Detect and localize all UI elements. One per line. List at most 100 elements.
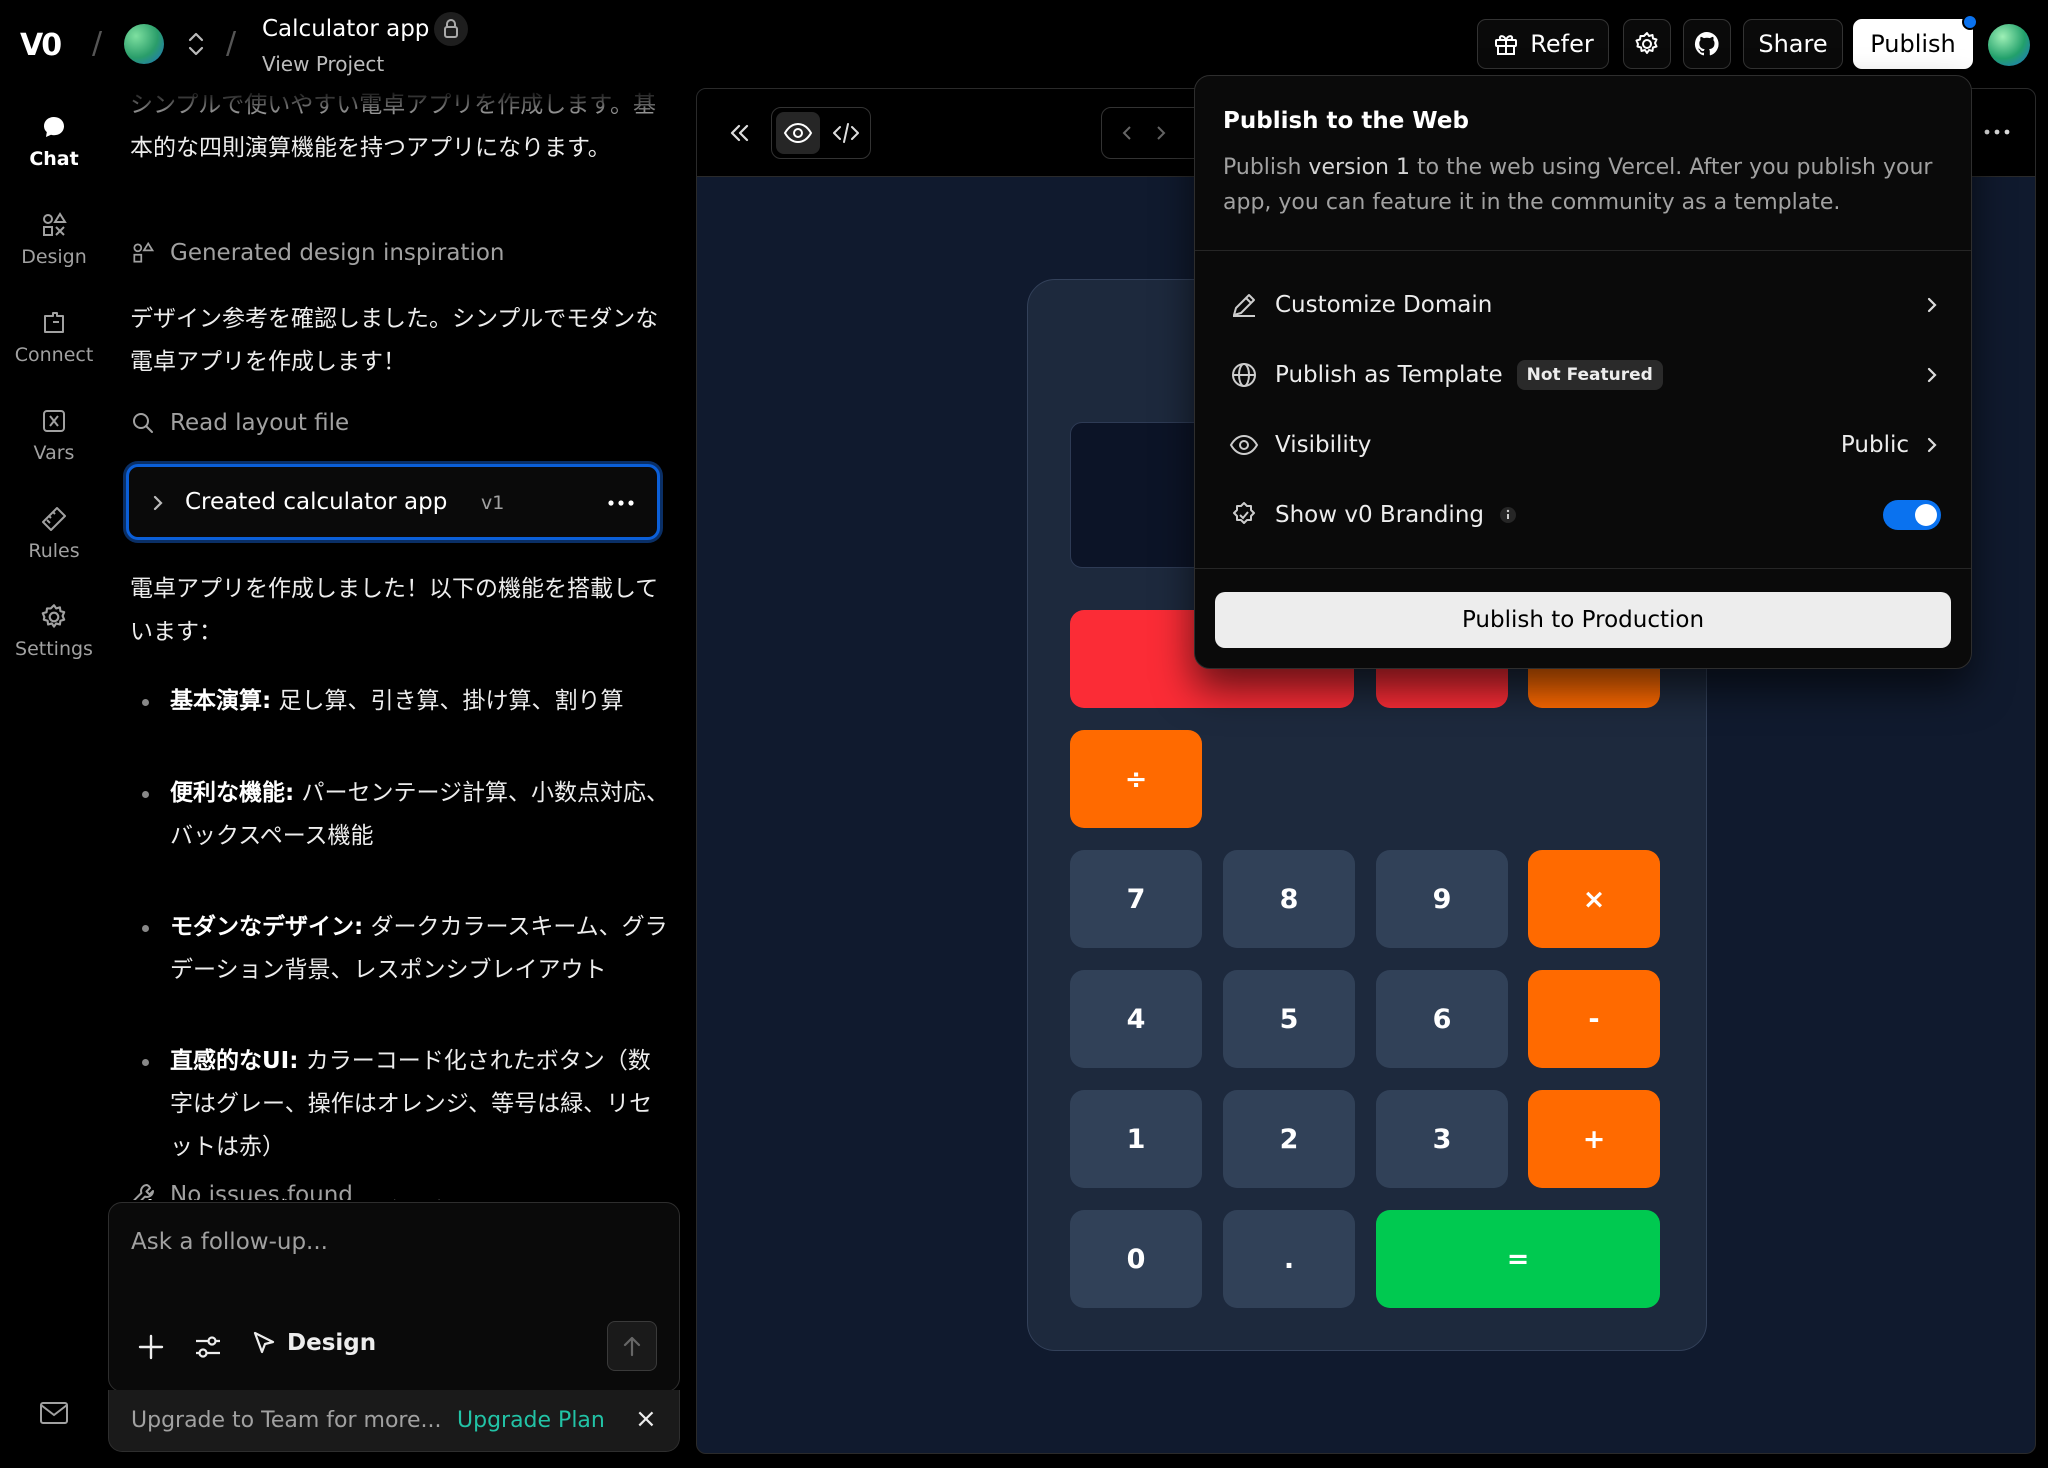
- gear-icon: [41, 604, 66, 628]
- chevron-right-icon: [1927, 367, 1937, 383]
- github-button[interactable]: [1683, 19, 1731, 69]
- feature-bullet: モダンなデザイン: ダークカラースキーム、グラデーション背景、レスポンシブレイア…: [142, 906, 670, 992]
- project-title[interactable]: Calculator app: [262, 16, 429, 42]
- info-icon[interactable]: [1498, 505, 1518, 525]
- rail-item-chat[interactable]: Chat: [0, 112, 108, 170]
- digit-key-9[interactable]: 9: [1376, 850, 1508, 948]
- desc-pre: Publish: [1223, 155, 1309, 180]
- upgrade-banner: Upgrade to Team for more... Upgrade Plan…: [108, 1390, 680, 1452]
- bullet-head: モダンなデザイン:: [170, 914, 364, 940]
- rail-item-settings[interactable]: Settings: [0, 602, 108, 660]
- chat-panel: シンプルで使いやすい電卓アプリを作成します。基本的な四則演算機能を持つアプリにな…: [108, 88, 688, 1200]
- rail-item-rules[interactable]: Rules: [0, 504, 108, 562]
- sliders-icon[interactable]: [193, 1333, 223, 1361]
- code-icon: [833, 123, 859, 143]
- digit-key-4[interactable]: 4: [1070, 970, 1202, 1068]
- subtract-key[interactable]: -: [1528, 970, 1660, 1068]
- rail-label-rules: Rules: [28, 540, 80, 562]
- collapse-sidebar-icon[interactable]: [725, 119, 753, 147]
- user-avatar[interactable]: [1988, 24, 2030, 66]
- rail-label-connect: Connect: [14, 344, 94, 366]
- multiply-key[interactable]: ×: [1528, 850, 1660, 948]
- design-mode-label: Design: [287, 1330, 377, 1356]
- arrow-up-icon: [623, 1336, 641, 1357]
- project-avatar[interactable]: [124, 24, 164, 64]
- chevron-up-down-icon[interactable]: [186, 30, 206, 58]
- digit-key-5[interactable]: 5: [1223, 970, 1355, 1068]
- eye-icon: [783, 122, 813, 144]
- design-shapes-icon: [43, 212, 67, 236]
- design-shapes-icon: [133, 241, 155, 263]
- visibility-row[interactable]: Visibility Public: [1195, 410, 1971, 480]
- view-project-link[interactable]: View Project: [262, 52, 384, 76]
- lock-icon[interactable]: [434, 12, 468, 46]
- publish-production-button[interactable]: Publish to Production: [1215, 592, 1951, 648]
- digit-key-7[interactable]: 7: [1070, 850, 1202, 948]
- publish-button[interactable]: Publish: [1853, 19, 1973, 69]
- digit-key-6[interactable]: 6: [1376, 970, 1508, 1068]
- settings-button[interactable]: [1623, 19, 1671, 69]
- search-icon: [133, 413, 153, 433]
- cursor-arrow-icon: [253, 1331, 275, 1354]
- step-design-inspiration[interactable]: Generated design inspiration: [130, 240, 505, 266]
- feature-bullet: 基本演算: 足し算、引き算、掛け算、割り算: [142, 680, 670, 723]
- v0-logo[interactable]: V0: [20, 28, 62, 63]
- followup-input[interactable]: Ask a follow-up...: [131, 1229, 328, 1255]
- chat-fade: [108, 88, 688, 128]
- branding-row: Show v0 Branding: [1195, 480, 1971, 550]
- not-featured-badge: Not Featured: [1516, 360, 1663, 390]
- step-read-layout[interactable]: Read layout file: [130, 410, 349, 436]
- customize-domain-row[interactable]: Customize Domain: [1195, 270, 1971, 340]
- refer-button[interactable]: Refer: [1477, 19, 1609, 69]
- step-label: Read layout file: [170, 410, 350, 436]
- gift-icon: [1495, 35, 1518, 55]
- version-card[interactable]: Created calculator app v1: [126, 464, 660, 540]
- pencil-icon: [1233, 294, 1255, 317]
- digit-key-2[interactable]: 2: [1223, 1090, 1355, 1188]
- rail-label-settings: Settings: [15, 638, 93, 660]
- feature-bullet: 便利な機能: パーセンテージ計算、小数点対応、バックスペース機能: [142, 772, 670, 858]
- decimal-key[interactable]: .: [1223, 1210, 1355, 1308]
- more-horizontal-icon[interactable]: [607, 495, 635, 511]
- chevron-right-icon: [1927, 437, 1937, 453]
- divide-key[interactable]: ÷: [1070, 730, 1202, 828]
- mail-icon[interactable]: [38, 1400, 70, 1426]
- rail-item-design[interactable]: Design: [0, 210, 108, 268]
- share-label: Share: [1758, 30, 1828, 58]
- digit-key-0[interactable]: 0: [1070, 1210, 1202, 1308]
- add-key[interactable]: +: [1528, 1090, 1660, 1188]
- digit-key-1[interactable]: 1: [1070, 1090, 1202, 1188]
- customize-domain-label: Customize Domain: [1275, 292, 1493, 318]
- plus-icon[interactable]: [137, 1333, 165, 1361]
- gear-icon: [1635, 32, 1658, 54]
- more-horizontal-icon[interactable]: [1983, 125, 2011, 139]
- step-no-issues[interactable]: No issues found: [130, 1182, 353, 1200]
- digit-key-8[interactable]: 8: [1223, 850, 1355, 948]
- design-mode-button[interactable]: Design: [251, 1329, 376, 1357]
- close-icon[interactable]: ×: [635, 1404, 657, 1434]
- send-button[interactable]: [607, 1321, 657, 1371]
- digit-key-3[interactable]: 3: [1376, 1090, 1508, 1188]
- branding-label: Show v0 Branding: [1275, 502, 1484, 528]
- equals-key[interactable]: =: [1376, 1210, 1660, 1308]
- rail-item-vars[interactable]: Vars: [0, 406, 108, 464]
- step-label: Generated design inspiration: [170, 240, 505, 266]
- branding-toggle[interactable]: [1883, 500, 1941, 530]
- feature-bullet: 直感的なUI: カラーコード化されたボタン（数字はグレー、操作はオレンジ、等号は…: [142, 1040, 670, 1169]
- bullet-head: 基本演算:: [170, 688, 272, 714]
- rail-label-vars: Vars: [33, 442, 75, 464]
- upgrade-text: Upgrade to Team for more...: [131, 1408, 442, 1433]
- chevron-left-icon[interactable]: [1116, 122, 1138, 144]
- divider: [1195, 568, 1971, 569]
- code-mode-button[interactable]: [824, 112, 868, 154]
- upgrade-plan-link[interactable]: Upgrade Plan: [457, 1408, 605, 1433]
- rail-item-connect[interactable]: Connect: [0, 308, 108, 366]
- publish-popover: Publish to the Web Publish version 1 to …: [1194, 75, 1972, 669]
- bullet-text: 足し算、引き算、掛け算、割り算: [271, 688, 624, 714]
- breadcrumb-separator: /: [226, 26, 237, 61]
- chevron-right-icon[interactable]: [1150, 122, 1172, 144]
- share-button[interactable]: Share: [1743, 19, 1843, 69]
- chat-bubble-icon: [44, 117, 64, 137]
- publish-template-row[interactable]: Publish as Template Not Featured: [1195, 340, 1971, 410]
- preview-mode-button[interactable]: [776, 112, 820, 154]
